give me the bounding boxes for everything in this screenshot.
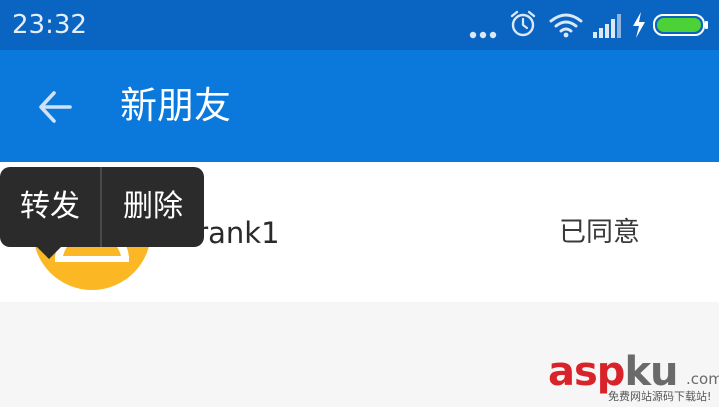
more-dots-icon xyxy=(469,24,499,39)
delete-menu-item[interactable]: 删除 xyxy=(102,167,204,247)
signal-icon xyxy=(593,14,623,38)
watermark-tagline: 免费网站源码下载站! xyxy=(608,390,712,403)
watermark-brand-asp: asp xyxy=(548,349,625,395)
watermark-domain-suffix: .com xyxy=(686,370,719,388)
wifi-icon xyxy=(549,12,583,38)
arrow-left-icon[interactable] xyxy=(36,87,76,127)
battery-icon xyxy=(653,14,709,36)
app-header: 新朋友 xyxy=(0,50,719,162)
watermark-brand-ku: ku xyxy=(624,349,678,395)
alarm-clock-icon xyxy=(509,10,537,38)
context-menu-pointer xyxy=(36,246,62,259)
charging-icon xyxy=(631,12,647,38)
status-bar: 23:32 xyxy=(0,0,719,50)
page-title: 新朋友 xyxy=(120,84,231,127)
watermark-logo: aspku .com 免费网站源码下载站! xyxy=(548,350,719,407)
status-icons xyxy=(469,10,709,40)
watermark-brand: aspku xyxy=(548,349,679,395)
status-time: 23:32 xyxy=(12,10,87,40)
forward-menu-item[interactable]: 转发 xyxy=(0,167,100,247)
request-status-label: 已同意 xyxy=(559,217,640,248)
context-menu: 转发 删除 xyxy=(0,167,204,247)
